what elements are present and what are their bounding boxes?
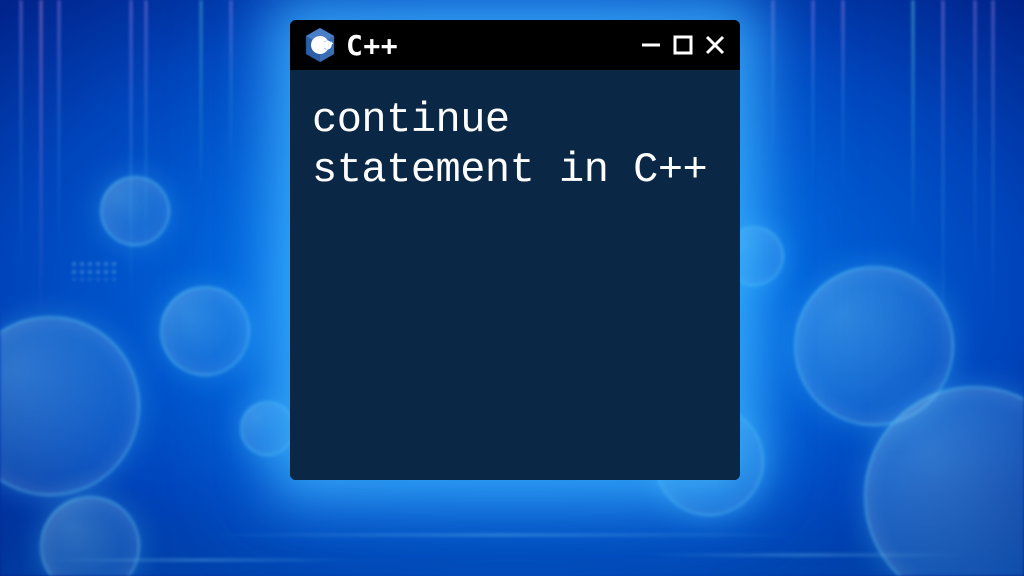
terminal-window: C++ continue statement in C++ — [290, 20, 740, 480]
content-text: continue statement in C++ — [312, 96, 718, 195]
terminal-content: continue statement in C++ — [290, 70, 740, 480]
close-button[interactable] — [704, 34, 726, 56]
window-title: C++ — [346, 29, 630, 62]
cpp-logo-icon — [304, 27, 336, 63]
window-controls — [640, 34, 726, 56]
titlebar: C++ — [290, 20, 740, 70]
minimize-button[interactable] — [640, 34, 662, 56]
maximize-button[interactable] — [672, 34, 694, 56]
